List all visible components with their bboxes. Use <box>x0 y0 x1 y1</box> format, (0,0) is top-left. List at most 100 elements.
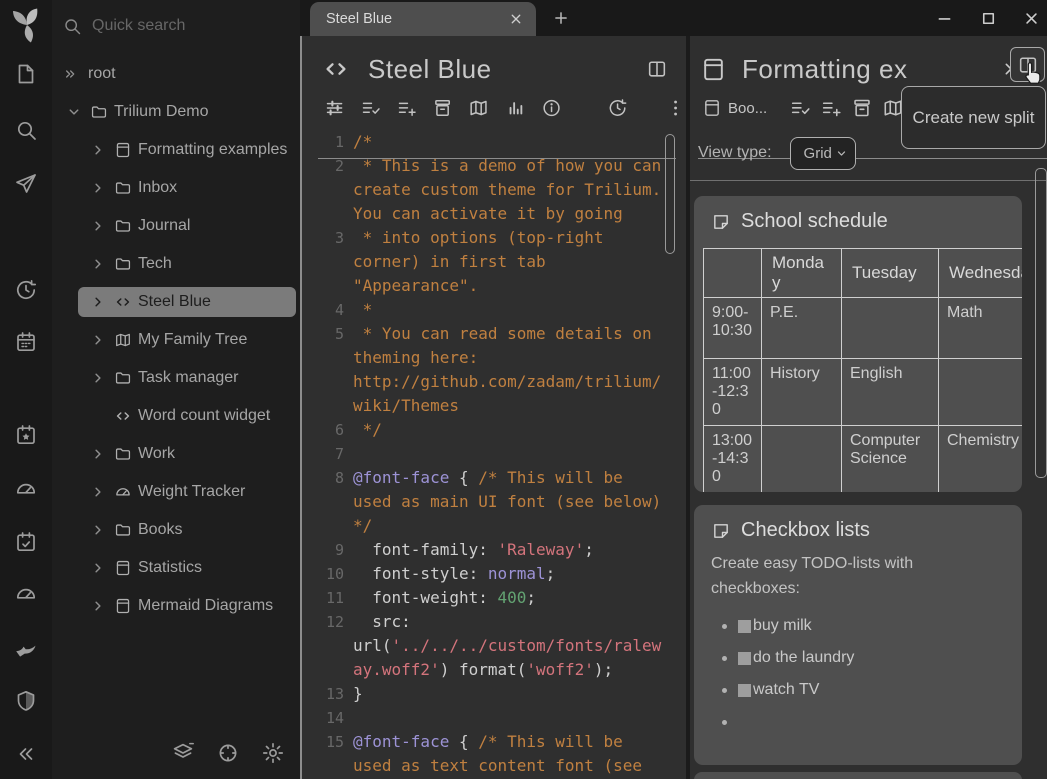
folder-icon <box>114 255 132 273</box>
todo-item <box>711 714 1005 732</box>
tree-item-work[interactable]: Work <box>78 435 300 473</box>
tree-item-word-count-widget[interactable]: Word count widget <box>78 397 300 435</box>
window-close-button[interactable] <box>1022 9 1041 28</box>
swallow-icon[interactable] <box>14 636 38 660</box>
note-icon[interactable] <box>14 62 38 86</box>
gauge-icon <box>114 483 132 501</box>
calendar-star-icon[interactable] <box>14 423 38 447</box>
tree-item-journal[interactable]: Journal <box>78 207 300 245</box>
info-icon[interactable] <box>541 97 562 119</box>
window-minimize-button[interactable] <box>935 9 954 28</box>
tree-item-root[interactable]: root <box>52 55 300 93</box>
shield-icon[interactable] <box>14 689 38 713</box>
tree-item-label: Statistics <box>138 559 202 577</box>
chevron-down-icon[interactable] <box>66 104 82 120</box>
tune-icon[interactable] <box>324 97 345 119</box>
schedule-header-cell <box>704 249 762 298</box>
chevron-right-icon[interactable] <box>90 142 106 158</box>
tree-item-label: Inbox <box>138 179 177 197</box>
card-school-schedule: School schedule MondayTuesdayWednesday9:… <box>694 196 1022 492</box>
calendar-icon[interactable] <box>14 330 38 354</box>
view-type-label: View type: <box>698 144 772 162</box>
tree-item-formatting-examples[interactable]: Formatting examples <box>78 131 300 169</box>
code-editor[interactable]: 1/*2 * This is a demo of how you can cre… <box>308 130 674 779</box>
tree-item-books[interactable]: Books <box>78 511 300 549</box>
tree-item-inbox[interactable]: Inbox <box>78 169 300 207</box>
chevron-right-icon[interactable] <box>90 522 106 538</box>
todo-label: do the laundry <box>753 646 854 671</box>
send-icon[interactable] <box>14 172 38 196</box>
list-plus-icon[interactable] <box>820 97 842 119</box>
school-schedule-table: MondayTuesdayWednesday9:00-10:30P.E.Math… <box>703 248 1022 492</box>
new-tab-button[interactable] <box>552 9 570 27</box>
card-checkbox-lists: Checkbox lists Create easy TODO-lists wi… <box>694 505 1022 765</box>
collapse-tree-icon[interactable] <box>14 742 38 766</box>
editor-scrollbar[interactable] <box>665 134 675 254</box>
right-pane-scrollbar[interactable] <box>1035 168 1047 478</box>
line-number: 1 <box>308 130 353 154</box>
schedule-cell: Chemistry <box>939 426 1023 493</box>
chevron-right-icon[interactable] <box>90 370 106 386</box>
right-note-title: Formatting ex <box>742 54 907 85</box>
tree-item-statistics[interactable]: Statistics <box>78 549 300 587</box>
history-icon[interactable] <box>607 97 628 119</box>
calendar-check-icon[interactable] <box>14 530 38 554</box>
todo-checkbox[interactable] <box>738 620 751 633</box>
chevron-right-icon[interactable] <box>90 180 106 196</box>
card-title-checkbox-lists[interactable]: Checkbox lists <box>694 505 1022 542</box>
tree-item-tech[interactable]: Tech <box>78 245 300 283</box>
tree-item-trilium-demo[interactable]: Trilium Demo <box>52 93 300 131</box>
code-line: 9 font-family: 'Raleway'; <box>308 538 674 562</box>
bar-chart-icon[interactable] <box>505 97 526 119</box>
list-plus-icon[interactable] <box>396 97 417 119</box>
layers-minus-icon[interactable] <box>171 741 195 765</box>
code-line: 13} <box>308 682 674 706</box>
schedule-cell: Math <box>939 298 1023 359</box>
book-icon <box>114 597 132 615</box>
create-split-icon[interactable] <box>646 58 668 80</box>
view-type-select[interactable]: Grid <box>790 137 856 170</box>
chevron-right-icon[interactable] <box>90 218 106 234</box>
folder-icon <box>114 521 132 539</box>
list-check-icon[interactable] <box>789 97 811 119</box>
chevron-right-icon[interactable] <box>90 484 106 500</box>
tree-item-label: root <box>88 65 116 83</box>
window-maximize-button[interactable] <box>979 9 998 28</box>
chevron-right-icon[interactable] <box>90 256 106 272</box>
gear-icon[interactable] <box>261 741 285 765</box>
dots-vertical-icon[interactable] <box>665 97 686 119</box>
search-icon[interactable] <box>14 118 38 142</box>
chevron-right-icon[interactable] <box>90 294 106 310</box>
todo-label: buy milk <box>753 614 812 639</box>
chevron-right-icon[interactable] <box>90 446 106 462</box>
gauge-icon[interactable] <box>14 477 38 501</box>
tab-close-icon[interactable] <box>508 11 524 27</box>
archive-icon[interactable] <box>851 97 873 119</box>
tab-steel-blue[interactable]: Steel Blue <box>310 2 536 36</box>
todo-checkbox[interactable] <box>738 652 751 665</box>
history-icon[interactable] <box>14 278 38 302</box>
tree-item-my-family-tree[interactable]: My Family Tree <box>78 321 300 359</box>
code-line: 5 * You can read some details on theming… <box>308 322 674 418</box>
quick-search-input[interactable]: Quick search <box>58 12 294 40</box>
folder-icon <box>114 445 132 463</box>
schedule-cell: 9:00-10:30 <box>704 298 762 359</box>
gauge-icon[interactable] <box>14 582 38 606</box>
trilium-logo-icon <box>6 4 48 48</box>
chevron-right-icon[interactable] <box>90 560 106 576</box>
archive-icon[interactable] <box>432 97 453 119</box>
chevron-right-icon[interactable] <box>90 332 106 348</box>
ribbon-tab-book-properties[interactable]: Boo... <box>702 98 767 118</box>
list-check-icon[interactable] <box>360 97 381 119</box>
chevron-right-icon[interactable] <box>90 598 106 614</box>
target-icon[interactable] <box>216 741 240 765</box>
todo-checkbox[interactable] <box>738 684 751 697</box>
schedule-cell: Computer Science <box>842 426 939 493</box>
tree-item-steel-blue[interactable]: Steel Blue <box>78 287 296 317</box>
tree-item-mermaid-diagrams[interactable]: Mermaid Diagrams <box>78 587 300 625</box>
card-title-school-schedule[interactable]: School schedule <box>694 196 1022 233</box>
card-next-partial <box>694 772 1022 779</box>
tree-item-weight-tracker[interactable]: Weight Tracker <box>78 473 300 511</box>
tree-item-task-manager[interactable]: Task manager <box>78 359 300 397</box>
map-icon[interactable] <box>468 97 489 119</box>
